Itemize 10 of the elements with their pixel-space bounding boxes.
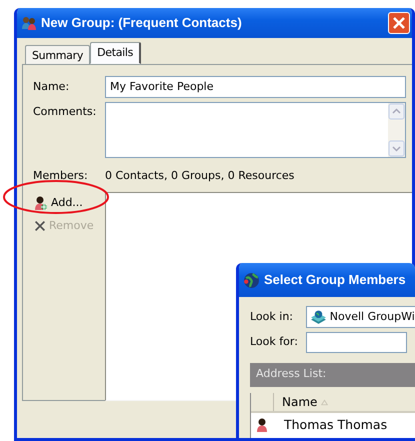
field-label: Look for: [250, 334, 299, 350]
members-summary: 0 Contacts, 0 Groups, 0 Resources [105, 168, 294, 184]
window-title: New Group: (Frequent Contacts) [41, 14, 242, 32]
field-label: Name: [32, 78, 70, 95]
table-cell-text: Thomas Thomas [284, 416, 388, 434]
field-label: Members: [32, 168, 89, 184]
field-label: Comments: [32, 104, 98, 120]
address-list-header: Address List: [250, 363, 415, 387]
dialog-title: Select Group Members [264, 271, 406, 290]
field-label: Look in: [250, 308, 294, 325]
